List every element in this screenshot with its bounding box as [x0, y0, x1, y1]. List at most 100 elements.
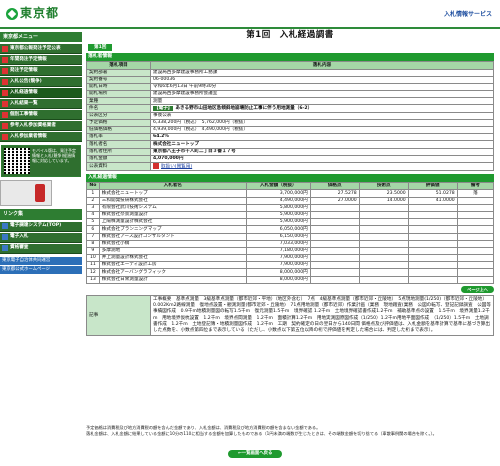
info-value[interactable]: 取扱い(閲覧用)	[161, 164, 192, 169]
bid-row: 9 多摩測地 7,180,000円	[86, 246, 495, 256]
winner-info-row: 開札日時 令和6年6月13日 午前9時30分	[86, 82, 494, 92]
bid-cell-no: 2	[86, 196, 100, 205]
sidebar-item[interactable]: 個別工事情報	[0, 110, 82, 121]
sidebar-item[interactable]: 入札参加業者情報	[0, 132, 82, 143]
winner-info-row: 予定価格 6,338,200円（税込） 5,762,000円（税抜）	[86, 118, 494, 128]
sidebar-link-item[interactable]: 電子入札	[0, 232, 82, 243]
menu-bullet-icon	[2, 56, 8, 63]
external-link[interactable]: 東京電子自治体共同運営	[0, 256, 82, 265]
bid-cell-no: 7	[86, 232, 100, 241]
bid-cell-eval	[407, 225, 458, 234]
sidebar-item[interactable]: 入札結果一覧	[0, 99, 82, 110]
bid-cell-no: 5	[86, 218, 100, 227]
menu-bullet-icon	[2, 111, 8, 118]
bid-cell-tech	[358, 261, 409, 270]
winner-info-row: 契約番号 06-00036	[86, 75, 494, 84]
footer-notes: 予定価格は消費税及び地方消費税の額を含んだ金額であり、入札金額は、消費税及び地方…	[86, 425, 494, 436]
sidebar-link-label: 資格審査	[10, 245, 29, 251]
bid-col-header: 評価値	[407, 182, 458, 191]
info-key: 落札金額	[86, 154, 151, 163]
bid-cell-note	[456, 254, 495, 263]
bid-row: 7 株式会社アース設計コンサルタント 6,150,000円	[86, 232, 495, 241]
bid-cell-name: 株式会社アーバングラフィック	[98, 268, 247, 277]
sidebar-item[interactable]: 入札公告(競争)	[0, 77, 82, 88]
mobile-note: モバイル版は、発注予定情報と入札(競争)経過情報に対応しています。	[32, 148, 76, 164]
bid-cell-note	[456, 218, 495, 227]
info-key: 公表資料	[86, 161, 151, 172]
mobile-site-banner[interactable]	[0, 180, 52, 207]
bid-cell-tech	[358, 268, 409, 277]
bid-cell-eval	[407, 246, 458, 256]
bid-cell-tech	[358, 218, 409, 227]
bid-cell-amount: 6,050,000円	[245, 225, 311, 234]
sidebar-bottom-links: 東京電子自治体共同運営 東京都公式ホームページ	[0, 256, 82, 274]
info-value-cell: 株式会社ニュートップ	[150, 140, 494, 149]
bid-cell-price	[309, 210, 360, 220]
bid-cell-no: 4	[86, 210, 100, 220]
bid-cell-tech: 23.5000	[358, 189, 409, 198]
winner-info-table: 落札項目 落札内容 契約部署 建設局西多摩建設事務所工務課 契約番号 06-00036…	[86, 61, 494, 172]
sidebar-item[interactable]: 東京都公報発注予定公表	[0, 44, 82, 55]
info-value-cell: 東京都八王子市千人町二丁目３番１７号	[150, 147, 494, 156]
info-value-cell: 令和6年6月13日 午前9時30分	[150, 82, 494, 92]
winner-info-row: 落札率 64.2%	[86, 133, 494, 142]
bid-cell-eval: 51.0278	[407, 189, 458, 198]
bid-cell-no: 1	[86, 189, 100, 198]
page-top-button[interactable]: ページ上へ	[461, 285, 494, 294]
info-value: 東京都八王子市千人町二丁目３番１７号	[153, 148, 236, 154]
bid-cell-amount: 3,700,000円	[245, 189, 311, 198]
sidebar-item[interactable]: 年間発注予定情報	[0, 55, 82, 66]
main-content: 第1回 入札経過調書 第1回 落札者情報 落札項目 落札内容 契約部署 建設局西多…	[86, 30, 495, 337]
info-key: 落札者住所	[86, 147, 151, 156]
back-to-list-button[interactable]: ←一覧画面へ戻る	[228, 450, 283, 458]
col-header-content: 落札内容	[150, 61, 494, 70]
sidebar-link-label: 電子入札	[10, 234, 29, 240]
bid-row: 2 三和開発技研株式会社 4,490,000円 27.0000 14.0000 41.00…	[86, 196, 495, 205]
tab-round-1[interactable]: 第1回	[88, 43, 113, 52]
bid-cell-price	[309, 239, 360, 248]
bid-cell-no: 11	[86, 261, 100, 270]
sidebar-item-label: 年間発注予定情報	[10, 56, 47, 62]
info-value-cell: 事後公表	[150, 111, 494, 120]
sidebar-link-item[interactable]: 資格審査	[0, 243, 82, 254]
link-bullet-icon	[2, 223, 8, 229]
bid-table-header: No 入札者名 入札金額（税抜） 価格点 技術点 評価値 備考	[86, 182, 495, 191]
bid-cell-eval	[407, 218, 458, 227]
bid-cell-note	[456, 261, 495, 270]
logo-text: 東京都	[20, 6, 60, 20]
info-value-cell: 64.2%	[150, 133, 494, 142]
tokyo-logo[interactable]: 東京都	[6, 6, 59, 21]
bid-cell-name: 株式会社奈景測量設計	[98, 210, 247, 220]
winner-info-row: 件名 【電子】 あきる野市山田地区急傾斜地崩壊防止工事に伴う用地測量（6-2）	[86, 104, 494, 113]
winner-info-header-row: 落札項目 落札内容	[86, 61, 494, 70]
bid-cell-amount: 8,000,000円	[245, 275, 311, 284]
bid-cell-note	[456, 246, 495, 256]
bid-cell-name: 株式会社ニュートップ	[98, 189, 247, 198]
bid-cell-amount: 4,490,000円	[245, 196, 311, 205]
info-value: 事後公表	[153, 112, 172, 118]
bid-cell-no: 13	[86, 275, 100, 284]
info-value-cell: 4,070,000円	[150, 154, 494, 163]
bid-cell-name: 株式会社日栄測量設計	[98, 275, 247, 284]
info-key: 契約部署	[86, 68, 151, 77]
sidebar-item[interactable]: 発注予定情報	[0, 66, 82, 77]
info-key: 落札率	[86, 133, 151, 142]
sidebar-item[interactable]: 入札経過情報	[0, 88, 82, 99]
external-link[interactable]: 東京都公式ホームページ	[0, 265, 82, 274]
mobile-qr-box: モバイル版は、発注予定情報と入札(競争)経過情報に対応しています。	[1, 145, 81, 178]
bid-cell-tech: 14.0000	[358, 196, 409, 205]
bid-cell-price: 27.5278	[309, 189, 360, 198]
notes-label: 記事	[86, 295, 151, 337]
menu-bullet-icon	[2, 67, 8, 74]
info-value-cell: 4,939,000円（税込） 4,490,000円（税抜）	[150, 126, 494, 135]
info-key: 件名	[86, 104, 151, 113]
bid-cell-price	[309, 261, 360, 270]
bid-cell-tech	[358, 239, 409, 248]
bid-cell-no: 8	[86, 239, 100, 248]
sidebar-link-item[interactable]: 電子調達システム(TOP)	[0, 221, 82, 232]
sidebar-item[interactable]: 参考入札参加資格業者	[0, 121, 82, 132]
bid-row: 8 株式会社小橋 7,033,000円	[86, 239, 495, 248]
bid-cell-name: 三和開発技研株式会社	[98, 196, 247, 205]
bid-col-header: No	[86, 182, 100, 191]
bid-row: 3 有限会社武川技術システム 5,800,000円	[86, 203, 495, 212]
